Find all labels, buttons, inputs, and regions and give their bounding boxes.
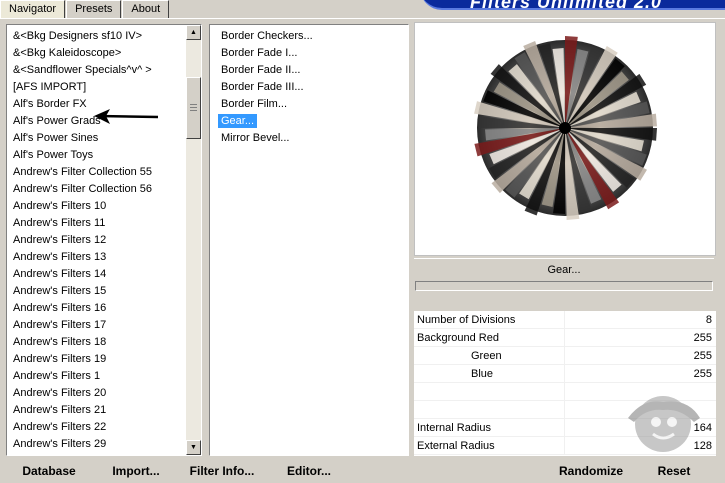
category-item[interactable]: Alf's Power Sines bbox=[7, 130, 185, 147]
category-item[interactable]: &<Sandflower Specials^v^ > bbox=[7, 62, 185, 79]
tab-navigator[interactable]: Navigator bbox=[0, 0, 66, 19]
filter-item[interactable]: Border Fade II... bbox=[210, 62, 408, 79]
filter-item[interactable]: Border Fade I... bbox=[210, 45, 408, 62]
filter-item-label: Mirror Bevel... bbox=[221, 132, 290, 144]
filter-item[interactable]: Border Checkers... bbox=[210, 28, 408, 45]
parameter-slider[interactable] bbox=[564, 365, 680, 383]
gear-preview-image bbox=[474, 36, 657, 220]
filter-item-label: Border Fade III... bbox=[221, 81, 304, 93]
category-scrollbar[interactable]: ▲ ▼ bbox=[186, 25, 201, 455]
category-item[interactable]: Andrew's Filters 12 bbox=[7, 232, 185, 249]
parameter-slider[interactable] bbox=[564, 329, 680, 347]
parameter-row[interactable]: Background Red 255 bbox=[414, 329, 716, 347]
tab-presets[interactable]: Presets bbox=[66, 0, 122, 18]
title-banner-text: Filters Unlimited 2.0 bbox=[470, 0, 663, 12]
parameter-value: 8 bbox=[705, 314, 712, 326]
scroll-thumb[interactable] bbox=[186, 77, 201, 139]
editor-button[interactable]: Editor... bbox=[286, 462, 332, 480]
parameter-label: Blue bbox=[471, 368, 494, 380]
filter-item-label: Border Film... bbox=[221, 98, 288, 110]
category-item[interactable]: Andrew's Filters 14 bbox=[7, 266, 185, 283]
randomize-button[interactable]: Randomize bbox=[556, 462, 626, 480]
parameter-label: Green bbox=[471, 350, 502, 362]
import-button[interactable]: Import... bbox=[110, 462, 162, 480]
reset-button[interactable]: Reset bbox=[654, 462, 694, 480]
parameter-label: External Radius bbox=[417, 440, 495, 452]
parameter-value: 255 bbox=[693, 332, 712, 344]
parameter-value: 255 bbox=[693, 350, 712, 362]
watermark-logo bbox=[628, 396, 700, 452]
filter-item[interactable]: Border Fade III... bbox=[210, 79, 408, 96]
category-item[interactable]: Andrew's Filters 18 bbox=[7, 334, 185, 351]
category-item[interactable]: Andrew's Filters 17 bbox=[7, 317, 185, 334]
category-item[interactable]: Andrew's Filters 10 bbox=[7, 198, 185, 215]
category-item[interactable]: Andrew's Filters 29 bbox=[7, 436, 185, 453]
arrow-left-icon bbox=[94, 109, 159, 124]
category-item[interactable]: Andrew's Filters 15 bbox=[7, 283, 185, 300]
tab-about[interactable]: About bbox=[122, 0, 170, 18]
filter-item-label: Border Checkers... bbox=[221, 30, 313, 42]
category-item[interactable]: &<Bkg Designers sf10 IV> bbox=[7, 28, 185, 45]
category-item[interactable]: Andrew's Filters 22 bbox=[7, 419, 185, 436]
category-item[interactable]: Andrew's Filters 21 bbox=[7, 402, 185, 419]
parameter-label: Number of Divisions bbox=[417, 314, 516, 326]
category-list[interactable]: &<Bkg Designers sf10 IV> &<Bkg Kaleidosco… bbox=[6, 24, 202, 456]
category-item[interactable]: Andrew's Filters 1 bbox=[7, 368, 185, 385]
filter-list-items: Border Checkers... Border Fade I... Border… bbox=[210, 28, 408, 147]
parameter-value: 255 bbox=[693, 368, 712, 380]
category-item[interactable]: Andrew's Filters 13 bbox=[7, 249, 185, 266]
scroll-down-button[interactable]: ▼ bbox=[186, 440, 201, 455]
filter-info-button[interactable]: Filter Info... bbox=[189, 462, 255, 480]
filter-item-label: Gear... bbox=[218, 114, 258, 128]
parameter-label: Background Red bbox=[417, 332, 499, 344]
bottom-toolbar: Database Import... Filter Info... Editor… bbox=[0, 456, 725, 483]
parameter-slider[interactable] bbox=[564, 347, 680, 365]
preview-filter-name: Gear... bbox=[414, 258, 714, 280]
filter-item-label: Border Fade II... bbox=[221, 64, 301, 76]
tab-strip: Navigator Presets About bbox=[0, 0, 170, 19]
progress-bar bbox=[415, 281, 713, 291]
category-item[interactable]: [AFS IMPORT] bbox=[7, 79, 185, 96]
parameter-row[interactable]: Green 255 bbox=[414, 347, 716, 365]
filter-list[interactable]: Border Checkers... Border Fade I... Border… bbox=[209, 24, 409, 456]
category-item[interactable]: Andrew's Filters 16 bbox=[7, 300, 185, 317]
category-item[interactable]: Andrew's Filters 20 bbox=[7, 385, 185, 402]
filter-item[interactable]: Mirror Bevel... bbox=[210, 130, 408, 147]
parameter-row[interactable]: Blue 255 bbox=[414, 365, 716, 383]
category-list-items: &<Bkg Designers sf10 IV> &<Bkg Kaleidosco… bbox=[7, 28, 185, 455]
database-button[interactable]: Database bbox=[21, 462, 77, 480]
category-item[interactable]: Andrew's Filter Collection 55 bbox=[7, 164, 185, 181]
filter-item[interactable]: Border Film... bbox=[210, 96, 408, 113]
parameter-slider[interactable] bbox=[564, 311, 680, 329]
category-item[interactable]: Alf's Power Toys bbox=[7, 147, 185, 164]
category-item[interactable]: Andrew's Filters 19 bbox=[7, 351, 185, 368]
preview-pane bbox=[414, 22, 716, 256]
filter-item-label: Border Fade I... bbox=[221, 47, 298, 59]
filter-item[interactable]: Gear... bbox=[210, 113, 408, 130]
category-item[interactable]: &<Bkg Kaleidoscope> bbox=[7, 45, 185, 62]
category-item[interactable]: Andrew's Filters 11 bbox=[7, 215, 185, 232]
parameter-label: Internal Radius bbox=[417, 422, 491, 434]
scroll-up-button[interactable]: ▲ bbox=[186, 25, 201, 40]
category-item[interactable]: Andrew's Filter Collection 56 bbox=[7, 181, 185, 198]
parameter-row[interactable]: Number of Divisions 8 bbox=[414, 311, 716, 329]
